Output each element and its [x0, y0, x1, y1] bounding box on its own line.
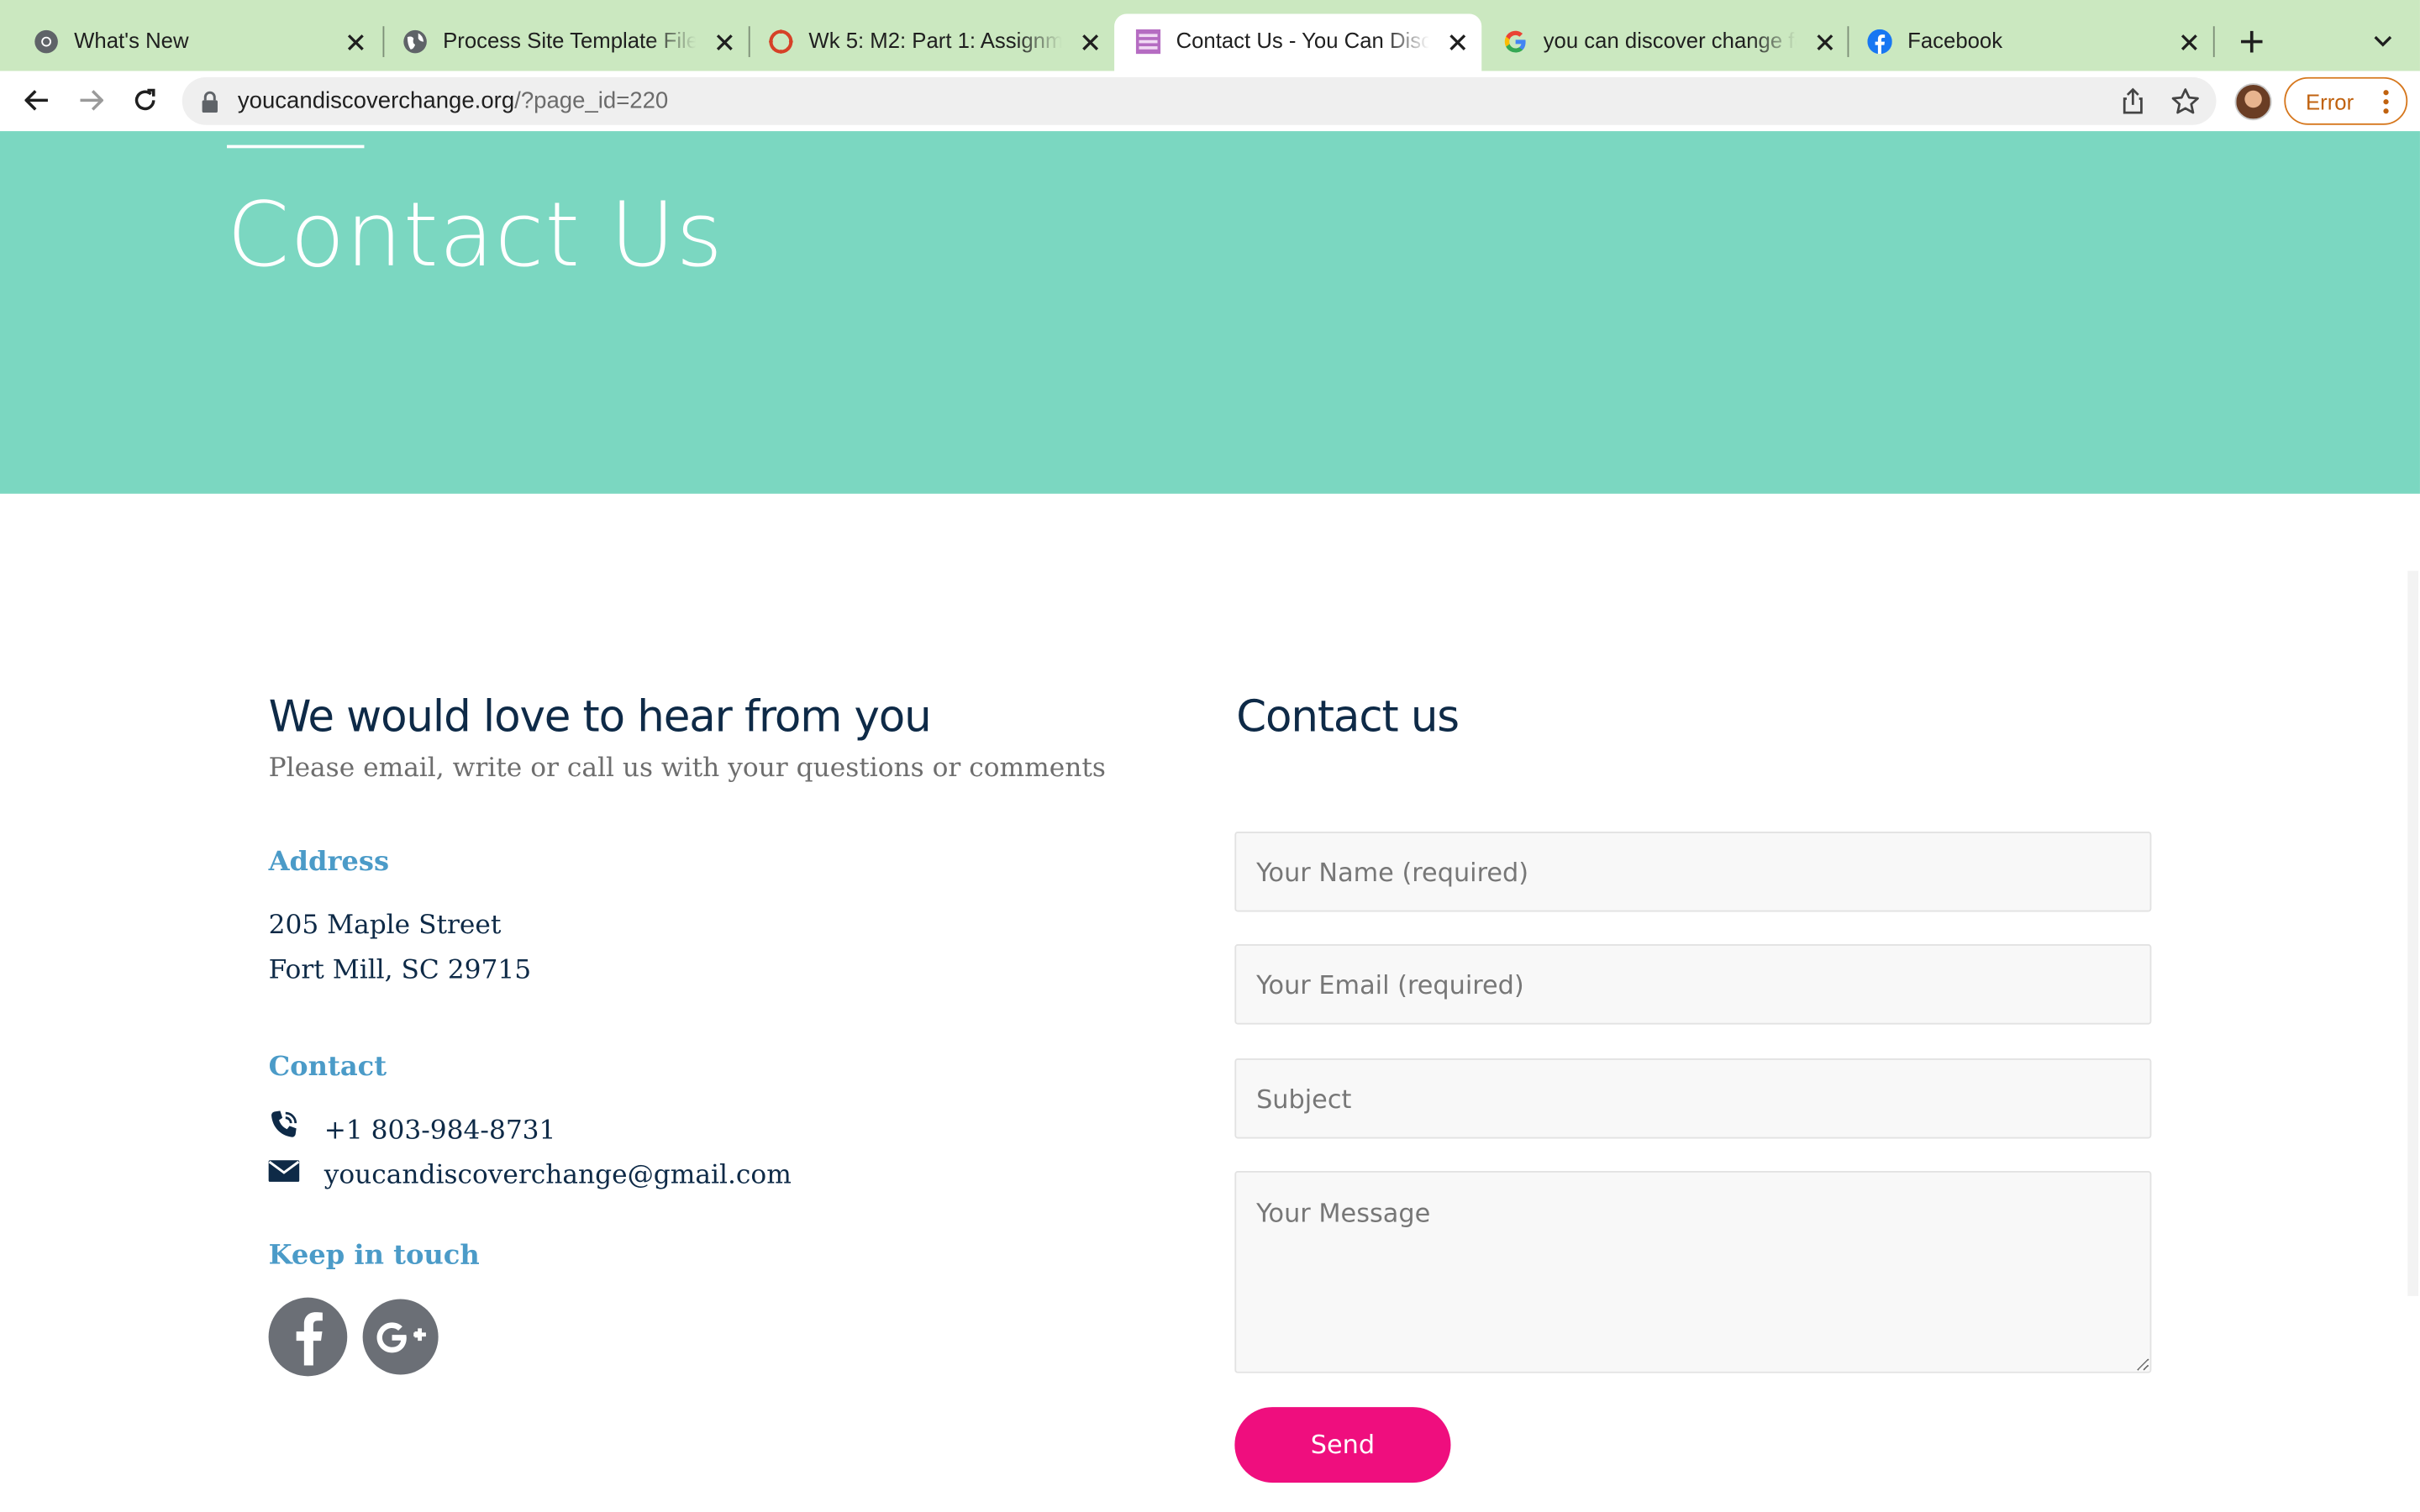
page-scrollbar[interactable] [2407, 570, 2419, 1296]
contact-label: Contact [268, 1052, 387, 1084]
close-tab-icon[interactable] [1441, 26, 1472, 57]
bookmark-star-icon[interactable] [2170, 87, 2201, 118]
url-host: youcandiscoverchange.org [237, 87, 515, 114]
hero-banner: Contact Us [0, 131, 2420, 494]
facebook-icon[interactable] [268, 1297, 348, 1377]
address-line-2: Fort Mill, SC 29715 [268, 954, 532, 986]
tab-title: Contact Us - You Can Discover Change [1176, 28, 1429, 53]
intro-subheading: Please email, write or call us with your… [268, 753, 1106, 785]
url-path: /?page_id=220 [514, 87, 669, 114]
hero-accent-rule [226, 144, 365, 149]
close-tab-icon[interactable] [1074, 26, 1105, 57]
address-bar[interactable]: youcandiscoverchange.org/?page_id=220 [182, 76, 2217, 125]
web-page: Contact Us We would love to hear from yo… [0, 131, 2420, 1512]
tab-contact-us[interactable]: Contact Us - You Can Discover Change [1114, 13, 1482, 71]
profile-avatar[interactable] [2234, 83, 2272, 121]
page-title: Contact Us [226, 181, 723, 287]
address-line-1: 205 Maple Street [268, 910, 502, 942]
profile-error-label: Error [2306, 89, 2354, 114]
form-heading: Contact us [1236, 690, 1460, 743]
tab-title: Wk 5: M2: Part 1: Assignment [808, 28, 1062, 53]
forward-arrow-icon[interactable] [71, 81, 111, 121]
phone-icon [271, 1110, 297, 1137]
lock-icon[interactable] [201, 91, 219, 113]
tab-search-chevron-icon[interactable] [2365, 24, 2402, 58]
envelope-icon [268, 1160, 300, 1182]
google-plus-icon[interactable] [362, 1299, 439, 1375]
google-icon [1504, 30, 1526, 53]
tab-wk5-assignment[interactable]: Wk 5: M2: Part 1: Assignment [747, 14, 1114, 71]
address-label: Address [268, 847, 390, 879]
intro-heading: We would love to hear from you [268, 690, 932, 743]
tab-title: you can discover change for [1543, 28, 1797, 53]
tab-title: Process Site Template Files [443, 28, 697, 53]
globe-icon [403, 29, 427, 54]
phone-number[interactable]: +1 803-984-8731 [324, 1116, 556, 1147]
reload-icon[interactable] [125, 81, 166, 121]
site-logo-icon [1135, 29, 1161, 55]
close-tab-icon[interactable] [708, 26, 739, 57]
canvas-lms-icon [769, 29, 793, 54]
profile-error-button[interactable]: Error [2284, 76, 2408, 125]
back-arrow-icon[interactable] [17, 81, 57, 121]
tab-google-search[interactable]: you can discover change for [1481, 14, 1849, 71]
keep-in-touch-label: Keep in touch [268, 1240, 480, 1272]
new-tab-icon[interactable] [2232, 22, 2272, 62]
tab-separator [2212, 26, 2215, 57]
url-text[interactable]: youcandiscoverchange.org/?page_id=220 [238, 88, 668, 114]
browser-toolbar: youcandiscoverchange.org/?page_id=220 Er… [0, 71, 2420, 132]
kebab-menu-icon[interactable] [2381, 88, 2391, 116]
email-field[interactable] [1234, 944, 2152, 1025]
name-field[interactable] [1234, 831, 2152, 912]
browser-window: What's New Process Site Template Files W… [0, 0, 2420, 1512]
tab-whats-new[interactable]: What's New [13, 14, 380, 71]
close-tab-icon[interactable] [1809, 26, 1840, 57]
facebook-favicon [1867, 29, 1892, 55]
share-icon[interactable] [2118, 87, 2149, 118]
tab-title: What's New [74, 28, 189, 53]
close-tab-icon[interactable] [339, 26, 371, 57]
email-link[interactable]: youcandiscoverchange@gmail.com [324, 1160, 792, 1191]
close-tab-icon[interactable] [2173, 26, 2204, 57]
tab-strip: What's New Process Site Template Files W… [0, 0, 2420, 71]
tab-title: Facebook [1907, 28, 2003, 53]
message-field[interactable] [1234, 1171, 2152, 1373]
subject-field[interactable] [1234, 1058, 2152, 1139]
tab-process-site-template[interactable]: Process Site Template Files [381, 14, 749, 71]
send-button[interactable]: Send [1234, 1407, 1451, 1483]
chrome-icon [34, 29, 58, 54]
tab-facebook[interactable]: Facebook [1846, 14, 2213, 71]
